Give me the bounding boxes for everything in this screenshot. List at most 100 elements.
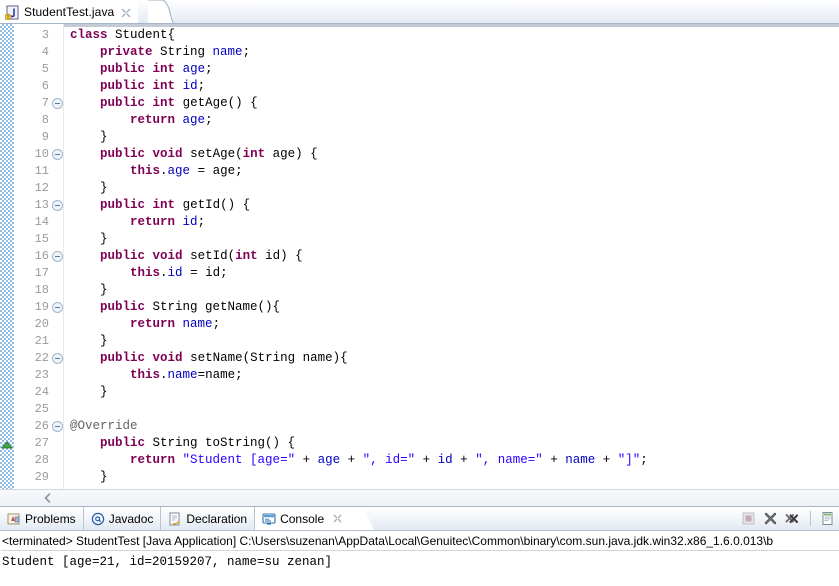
- fold-collapse-icon[interactable]: [52, 98, 63, 109]
- code-token-pln: }: [70, 130, 108, 144]
- code-token-pln: String: [152, 45, 213, 59]
- code-token-pln: [70, 317, 130, 331]
- line-number: 26: [14, 418, 63, 435]
- tab-curve-shape: [148, 0, 174, 23]
- fold-collapse-icon[interactable]: [52, 302, 63, 313]
- line-number: 24: [34, 385, 49, 399]
- fold-collapse-icon[interactable]: [52, 353, 63, 364]
- terminate-icon[interactable]: [741, 511, 756, 526]
- line-number: 10: [14, 146, 63, 163]
- console-output-line: Student [age=21, id=20159207, name=su ze…: [2, 555, 333, 569]
- code-line: }: [64, 469, 839, 486]
- code-line: public int getAge() {: [64, 95, 839, 112]
- code-line: public int id;: [64, 78, 839, 95]
- code-line: public void setName(String name){: [64, 350, 839, 367]
- code-token-kw: int: [152, 198, 176, 212]
- console-tab-bar: Problems Javadoc Declaration Console: [0, 507, 839, 531]
- line-number: 7: [14, 95, 63, 112]
- code-token-pln: +: [595, 453, 618, 467]
- console-tab-declaration[interactable]: Declaration: [161, 507, 256, 530]
- console-tab-curve: [350, 507, 375, 530]
- code-token-pln: [145, 62, 153, 76]
- code-token-kw: public: [100, 198, 146, 212]
- code-token-pln: ;: [197, 79, 206, 93]
- code-token-kw: int: [152, 62, 176, 76]
- code-token-pln: [70, 436, 100, 450]
- console-divider: [1, 550, 839, 551]
- close-icon[interactable]: [120, 6, 132, 18]
- code-token-kw: class: [70, 28, 108, 42]
- toolbar-separator: [810, 511, 811, 526]
- code-token-pln: setId(: [182, 249, 236, 263]
- code-token-kw: private: [100, 45, 153, 59]
- fold-collapse-icon[interactable]: [52, 421, 63, 432]
- code-token-fld: age: [167, 164, 191, 178]
- remove-all-terminated-icon[interactable]: [785, 511, 800, 526]
- code-token-fld: name: [565, 453, 596, 467]
- line-number: 5: [41, 62, 49, 76]
- console-tab-label: Problems: [25, 511, 76, 526]
- code-text-area[interactable]: class Student{ private String name; publ…: [64, 24, 839, 489]
- code-token-fld: id: [437, 453, 453, 467]
- editor-tab-studenttest[interactable]: StudentTest.java: [0, 0, 139, 23]
- code-token-kw: public: [100, 249, 146, 263]
- code-token-kw: public: [100, 96, 146, 110]
- code-token-pln: [145, 249, 153, 263]
- code-token-pln: [145, 198, 153, 212]
- code-token-pln: [175, 79, 183, 93]
- code-line: }: [64, 282, 839, 299]
- code-token-pln: +: [340, 453, 363, 467]
- code-token-kw: int: [152, 79, 176, 93]
- code-token-kw: void: [152, 351, 183, 365]
- code-token-pln: }: [70, 283, 108, 297]
- code-line: public void setId(int id) {: [64, 248, 839, 265]
- code-token-pln: [70, 62, 100, 76]
- override-marker[interactable]: [1, 438, 13, 449]
- annotation-ruler[interactable]: [0, 24, 14, 489]
- code-line: private String name;: [64, 44, 839, 61]
- code-token-pln: ;: [212, 317, 221, 331]
- code-token-fld: id: [182, 79, 198, 93]
- console-tab-console[interactable]: Console: [255, 507, 351, 530]
- code-line: return name;: [64, 316, 839, 333]
- close-icon[interactable]: [332, 513, 343, 524]
- fold-collapse-icon[interactable]: [52, 149, 63, 160]
- code-token-pln: [70, 113, 130, 127]
- editor-horizontal-scrollbar[interactable]: [0, 489, 839, 506]
- code-token-pln: .: [160, 164, 168, 178]
- code-token-pln: [70, 96, 100, 110]
- code-token-kw: this: [130, 164, 161, 178]
- console-tab-javadoc[interactable]: Javadoc: [84, 507, 162, 530]
- code-token-pln: [70, 198, 100, 212]
- code-token-pln: [70, 368, 130, 382]
- code-line: this.age = age;: [64, 163, 839, 180]
- code-token-pln: +: [542, 453, 566, 467]
- console-tab-problems[interactable]: Problems: [0, 507, 84, 530]
- fold-collapse-icon[interactable]: [52, 200, 63, 211]
- console-output[interactable]: <terminated> StudentTest [Java Applicati…: [0, 531, 839, 586]
- code-line: public int age;: [64, 61, 839, 78]
- code-token-kw: public: [100, 147, 146, 161]
- line-number: 23: [34, 368, 49, 382]
- code-line: class Student{: [64, 27, 839, 44]
- code-token-fld: id: [182, 215, 198, 229]
- code-token-pln: }: [70, 334, 108, 348]
- remove-launch-icon[interactable]: [763, 511, 778, 526]
- code-token-pln: getAge() {: [175, 96, 258, 110]
- code-token-pln: [70, 147, 100, 161]
- console-tab-label: Console: [280, 511, 325, 526]
- line-number: 13: [14, 197, 63, 214]
- source-editor[interactable]: 3 4 5 6 7 8 9 10 11 12 13 14 15 16 17 18 19 20 21 22 23 24 25 2…: [0, 24, 839, 489]
- fold-collapse-icon[interactable]: [52, 251, 63, 262]
- code-token-pln: [175, 62, 183, 76]
- console-tab-spacer: [374, 507, 741, 530]
- code-token-kw: public: [100, 436, 146, 450]
- code-line: public String toString() {: [64, 435, 839, 452]
- code-token-kw: void: [152, 147, 183, 161]
- code-token-pln: = age;: [190, 164, 243, 178]
- code-token-str: "]": [617, 453, 641, 467]
- code-token-pln: ;: [242, 45, 251, 59]
- scroll-left-icon[interactable]: [40, 492, 55, 505]
- console-tab-label: Declaration: [186, 511, 248, 526]
- clear-console-icon[interactable]: [821, 511, 836, 526]
